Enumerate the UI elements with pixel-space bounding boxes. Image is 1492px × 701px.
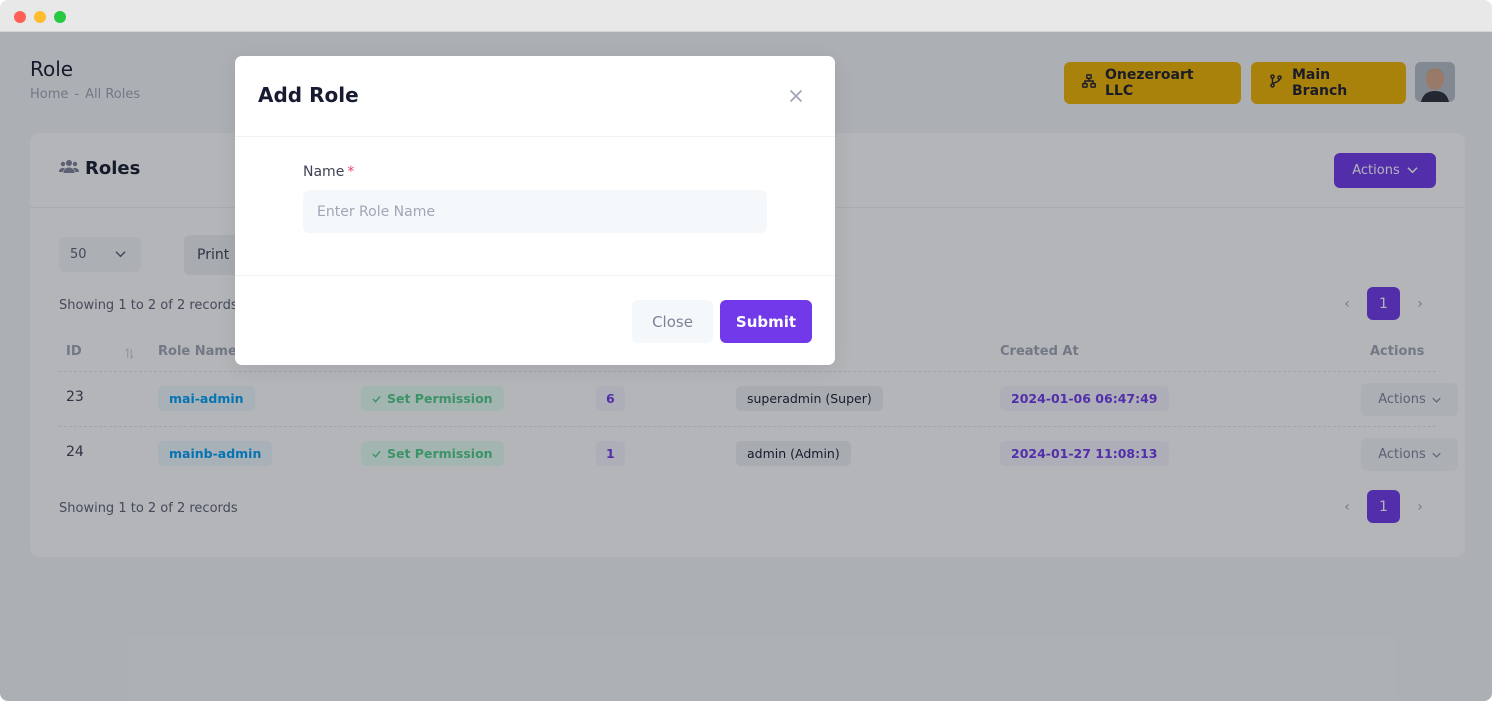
submit-button[interactable]: Submit [720,300,812,343]
window-titlebar [0,0,1492,32]
role-name-input[interactable] [303,190,767,233]
close-button[interactable]: Close [632,300,713,343]
required-marker: * [347,164,355,180]
close-icon[interactable] [786,86,806,106]
window-maximize-dot[interactable] [54,11,66,23]
role-name-label-text: Name [303,164,345,180]
app-window: Role Home - All Roles Onezeroart LLC Mai… [0,0,1492,701]
modal-header: Add Role [235,56,835,137]
role-name-label: Name * [303,164,354,180]
window-minimize-dot[interactable] [34,11,46,23]
modal-title: Add Role [258,83,359,107]
add-role-modal: Add Role Name* Close Submit [235,56,835,365]
window-close-dot[interactable] [14,11,26,23]
modal-footer: Close Submit [235,275,835,365]
